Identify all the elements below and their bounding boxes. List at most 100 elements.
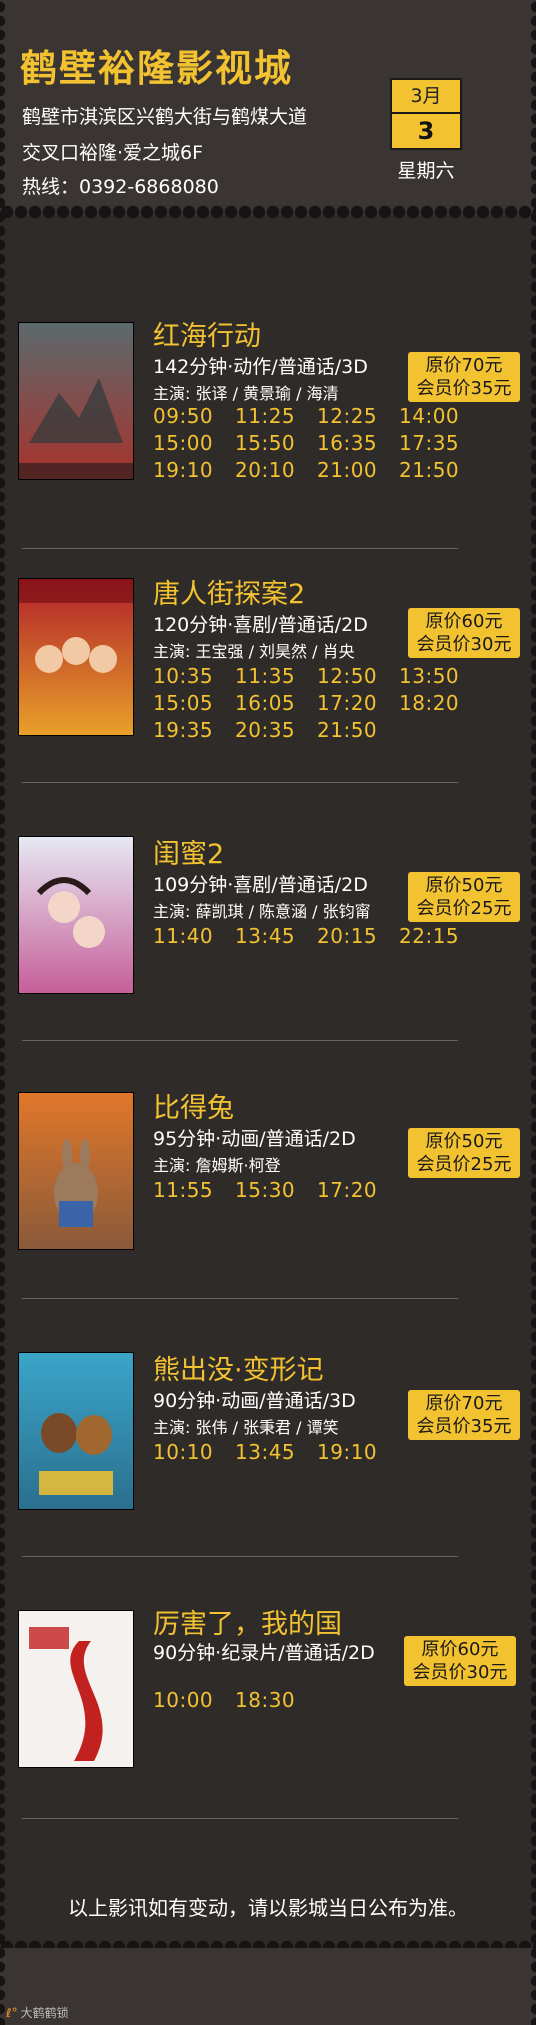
movie-title: 唐人街探案2 (153, 579, 306, 610)
showtime[interactable]: 17:35 (399, 431, 481, 458)
showtime[interactable]: 20:15 (317, 924, 399, 951)
showtimes: 11:55 15:30 17:20 (153, 1178, 399, 1205)
movie-poster (18, 322, 134, 480)
showtime[interactable]: 19:35 (153, 718, 235, 745)
movie-meta: 90分钟·动画/普通话/3D (153, 1390, 356, 1412)
price-member: 会员价25元 (416, 898, 512, 919)
showtime[interactable]: 14:00 (399, 404, 481, 431)
perforated-edge-left (0, 0, 5, 2025)
price-tag: 原价50元 会员价25元 (408, 872, 520, 922)
showtimes: 10:00 18:30 (153, 1688, 317, 1715)
movie-title: 闺蜜2 (153, 839, 225, 870)
movie-poster (18, 1092, 134, 1250)
showtime[interactable]: 13:45 (235, 1440, 317, 1467)
price-tag: 原价60元 会员价30元 (408, 608, 520, 658)
section-divider (22, 1556, 458, 1557)
movie-poster (18, 1610, 134, 1768)
logo-icon: ℓ° (6, 2006, 18, 2020)
movie-title: 比得兔 (153, 1093, 234, 1124)
showtime[interactable]: 15:50 (235, 431, 317, 458)
movie-meta: 109分钟·喜剧/普通话/2D (153, 874, 368, 896)
showtime[interactable]: 11:55 (153, 1178, 235, 1205)
movie-poster (18, 836, 134, 994)
price-original: 原价50元 (425, 875, 503, 896)
header-panel: 鹤壁裕隆影视城 鹤壁市淇滨区兴鹤大街与鹤煤大道 交叉口裕隆·爱之城6F 热线：0… (0, 0, 536, 215)
price-member: 会员价25元 (416, 1154, 512, 1175)
movie-cast: 主演: 薛凯琪 / 陈意涵 / 张钧甯 (153, 902, 371, 921)
movie-meta: 120分钟·喜剧/普通话/2D (153, 614, 368, 636)
showtime[interactable]: 18:20 (399, 691, 481, 718)
price-original: 原价60元 (425, 611, 503, 632)
showtime[interactable]: 17:20 (317, 1178, 399, 1205)
section-divider (22, 1818, 458, 1819)
showtimes: 10:35 11:35 12:50 13:50 15:05 16:05 17:20 18:2… (153, 664, 481, 745)
showtime[interactable]: 16:35 (317, 431, 399, 458)
date-badge: 3月 3 星期六 (390, 78, 462, 183)
showtime[interactable]: 11:35 (235, 664, 317, 691)
movie-meta: 142分钟·动作/普通话/3D (153, 356, 368, 378)
showtime[interactable]: 09:50 (153, 404, 235, 431)
ticket-card: 鹤壁裕隆影视城 鹤壁市淇滨区兴鹤大街与鹤煤大道 交叉口裕隆·爱之城6F 热线：0… (0, 0, 536, 2025)
movie-cast: 主演: 张译 / 黄景瑜 / 海清 (153, 384, 339, 403)
showtime[interactable]: 21:50 (317, 718, 399, 745)
showtime[interactable]: 12:50 (317, 664, 399, 691)
showtime[interactable]: 15:00 (153, 431, 235, 458)
showtime[interactable]: 11:25 (235, 404, 317, 431)
showtime[interactable]: 21:50 (399, 458, 481, 485)
price-original: 原价50元 (425, 1131, 503, 1152)
date-weekday: 星期六 (397, 160, 455, 182)
showtime[interactable]: 22:15 (399, 924, 481, 951)
address-line-2: 交叉口裕隆·爱之城6F (22, 142, 204, 164)
price-member: 会员价35元 (416, 1416, 512, 1437)
showtimes: 11:40 13:45 20:15 22:15 (153, 924, 481, 951)
price-tag: 原价70元 会员价35元 (408, 1390, 520, 1440)
showtime[interactable]: 21:00 (317, 458, 399, 485)
showtime[interactable]: 13:50 (399, 664, 481, 691)
price-member: 会员价35元 (416, 378, 512, 399)
watermark-text: 大鹤鹤锁 (20, 2006, 69, 2020)
movie-meta: 90分钟·纪录片/普通话/2D (153, 1642, 375, 1664)
price-tag: 原价50元 会员价25元 (408, 1128, 520, 1178)
watermark: ℓ° 大鹤鹤锁 (6, 2004, 69, 2021)
showtime[interactable]: 20:10 (235, 458, 317, 485)
showtime[interactable]: 13:45 (235, 924, 317, 951)
movie-poster (18, 1352, 134, 1510)
showtime[interactable]: 19:10 (317, 1440, 399, 1467)
notice-text: 以上影讯如有变动，请以影城当日公布为准。 (68, 1896, 468, 1920)
movie-meta: 95分钟·动画/普通话/2D (153, 1128, 356, 1150)
showtime[interactable]: 10:10 (153, 1440, 235, 1467)
movie-title: 红海行动 (153, 321, 261, 352)
showtime[interactable]: 16:05 (235, 691, 317, 718)
showtime[interactable]: 11:40 (153, 924, 235, 951)
price-original: 原价70元 (425, 355, 503, 376)
showtime[interactable]: 12:25 (317, 404, 399, 431)
showtime[interactable]: 15:05 (153, 691, 235, 718)
showtime[interactable]: 20:35 (235, 718, 317, 745)
showtimes: 10:10 13:45 19:10 (153, 1440, 399, 1467)
cinema-name: 鹤壁裕隆影视城 (20, 47, 293, 90)
section-divider (22, 548, 458, 549)
section-divider (22, 782, 458, 783)
hotline: 热线：0392-6868080 (22, 176, 219, 198)
movie-cast: 主演: 张伟 / 张秉君 / 谭笑 (153, 1418, 339, 1437)
showtime[interactable]: 17:20 (317, 691, 399, 718)
price-member: 会员价30元 (412, 1662, 508, 1683)
showtimes: 09:50 11:25 12:25 14:00 15:00 15:50 16:35 17:3… (153, 404, 481, 485)
movie-title: 厉害了，我的国 (153, 1609, 342, 1640)
perforated-edge-right (531, 0, 536, 2025)
price-original: 原价60元 (421, 1639, 499, 1660)
showtime[interactable]: 15:30 (235, 1178, 317, 1205)
showtime[interactable]: 10:35 (153, 664, 235, 691)
showtime[interactable]: 10:00 (153, 1688, 235, 1715)
movie-poster (18, 578, 134, 736)
date-month: 3月 (390, 78, 462, 114)
movie-cast: 主演: 詹姆斯·柯登 (153, 1156, 281, 1175)
movie-title: 熊出没·变形记 (153, 1355, 324, 1386)
perforation-divider (0, 205, 536, 219)
showtime[interactable]: 19:10 (153, 458, 235, 485)
price-tag: 原价70元 会员价35元 (408, 352, 520, 402)
section-divider (22, 1298, 458, 1299)
price-tag: 原价60元 会员价30元 (404, 1636, 516, 1686)
showtime[interactable]: 18:30 (235, 1688, 317, 1715)
address-line-1: 鹤壁市淇滨区兴鹤大街与鹤煤大道 (22, 106, 308, 128)
